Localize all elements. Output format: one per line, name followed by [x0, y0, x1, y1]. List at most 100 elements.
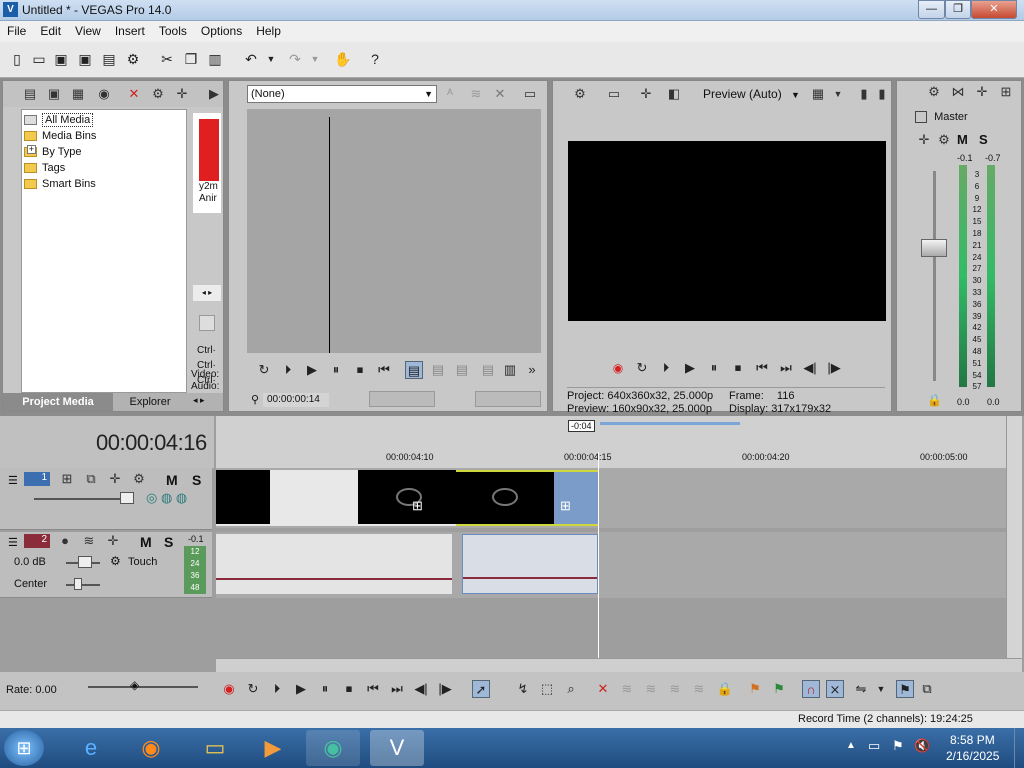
insert-marker-icon[interactable]: ⚑: [746, 680, 764, 698]
rate-handle[interactable]: ◈: [130, 678, 139, 692]
tree-item-smart-bins[interactable]: Smart Bins: [22, 176, 186, 192]
auto-ripple-icon[interactable]: ⇋: [852, 680, 870, 698]
preview-quality-dropdown[interactable]: Preview (Auto) ▼: [703, 87, 800, 101]
composite-icon[interactable]: ⊞: [58, 470, 76, 488]
video-fx-icon[interactable]: ◧: [665, 85, 683, 103]
redo-dropdown-icon[interactable]: ▼: [306, 50, 324, 68]
lock-event-icon[interactable]: 🔒: [716, 680, 734, 698]
open-folder-icon[interactable]: ▭: [30, 50, 48, 68]
audio-event-2-selected[interactable]: [462, 534, 598, 594]
invert-phase-icon[interactable]: ≋: [80, 532, 98, 550]
crop-icon[interactable]: ⊞: [412, 498, 423, 514]
menu-tools[interactable]: Tools: [152, 21, 194, 41]
play-preview-icon[interactable]: ▶: [681, 359, 699, 377]
tree-item-media-bins[interactable]: Media Bins: [22, 128, 186, 144]
clock-date[interactable]: 2/16/2025: [946, 749, 999, 763]
audio-event-1[interactable]: [216, 534, 452, 594]
track-motion-icon[interactable]: ⧉: [82, 470, 100, 488]
ignore-grouping-icon[interactable]: ⧉: [918, 680, 936, 698]
prev-frame-icon[interactable]: ⏮: [375, 361, 393, 379]
master-gear-icon[interactable]: ⚙: [935, 131, 953, 149]
copy-snapshot-icon[interactable]: ▮: [855, 85, 873, 103]
menu-help[interactable]: Help: [249, 21, 288, 41]
track-collapse-icon[interactable]: ☰: [8, 474, 18, 487]
explorer-icon[interactable]: ▭: [188, 730, 242, 766]
tab-explorer[interactable]: Explorer: [115, 393, 185, 411]
text-icon[interactable]: ᴬ: [441, 85, 459, 103]
record-timeline-icon[interactable]: ◉: [220, 680, 238, 698]
expand-toggle[interactable]: +: [27, 145, 36, 154]
trimmer-dropdown[interactable]: (None) ▼: [247, 85, 437, 103]
remove-icon[interactable]: ✕: [125, 85, 143, 103]
loop-region-bar[interactable]: [600, 422, 740, 425]
out-point-field[interactable]: [475, 391, 541, 407]
master-solo-button[interactable]: S: [979, 132, 988, 147]
prev-frame-timeline-icon[interactable]: ◀|: [412, 680, 430, 698]
mixer-insert-icon[interactable]: ⋈: [949, 83, 967, 101]
playhead[interactable]: [598, 452, 599, 658]
menu-file[interactable]: File: [0, 21, 33, 41]
capture-icon[interactable]: ▣: [45, 85, 63, 103]
audio-fx-icon[interactable]: ✛: [104, 532, 122, 550]
play-timeline-icon[interactable]: ▶: [292, 680, 310, 698]
trimmer-view-icon[interactable]: ▤: [405, 361, 423, 379]
insert-region-icon[interactable]: ⚑: [770, 680, 788, 698]
arm-record-icon[interactable]: ●: [56, 532, 74, 550]
record-icon[interactable]: ◉: [609, 359, 627, 377]
external-monitor-icon[interactable]: ▭: [605, 85, 623, 103]
more-icon[interactable]: »: [523, 361, 541, 379]
play-media-icon[interactable]: ▶: [205, 85, 223, 103]
edit-tool-icon[interactable]: ✋: [334, 50, 352, 68]
properties-gear-icon[interactable]: ⚙: [124, 50, 142, 68]
overlays-dropdown-icon[interactable]: ▼: [829, 85, 847, 103]
add-after-icon[interactable]: ▤: [453, 361, 471, 379]
timeline-vscroll[interactable]: [1006, 416, 1022, 662]
stop-timeline-icon[interactable]: ⏹: [340, 680, 358, 698]
mixer-fx-icon[interactable]: ✛: [973, 83, 991, 101]
help-icon[interactable]: ?: [366, 50, 384, 68]
media-player-icon[interactable]: ▶: [246, 730, 300, 766]
compositing-icons[interactable]: ◎ ◍ ◍: [146, 490, 187, 506]
media-thumbnail[interactable]: y2m Anir: [193, 113, 221, 213]
pause-preview-icon[interactable]: ⏸: [705, 359, 723, 377]
close-button[interactable]: ✕: [971, 0, 1017, 19]
tree-item-all-media[interactable]: All Media: [22, 112, 186, 128]
track-fx-icon[interactable]: ✛: [106, 470, 124, 488]
play-icon[interactable]: ▶: [303, 361, 321, 379]
crop-icon-2[interactable]: ⊞: [560, 498, 571, 514]
play-from-start-timeline-icon[interactable]: ⏵: [268, 680, 286, 698]
master-mute-button[interactable]: M: [957, 132, 968, 147]
video-mute-button[interactable]: M: [166, 472, 178, 488]
audio-solo-button[interactable]: S: [164, 534, 173, 550]
maximize-button[interactable]: ❐: [945, 0, 971, 19]
auto-crossfade-icon[interactable]: ⨯: [826, 680, 844, 698]
import-media-icon[interactable]: ▤: [21, 85, 39, 103]
pause-icon[interactable]: ⏸: [327, 361, 345, 379]
loop-timeline-icon[interactable]: ↻: [244, 680, 262, 698]
menu-insert[interactable]: Insert: [108, 21, 152, 41]
ie-icon[interactable]: e: [64, 730, 118, 766]
tree-item-tags[interactable]: Tags: [22, 160, 186, 176]
start-button[interactable]: ⊞: [4, 730, 44, 766]
track-gear-icon[interactable]: ⚙: [130, 470, 148, 488]
audio-mute-button[interactable]: M: [140, 534, 152, 550]
fit-icon[interactable]: ▥: [501, 361, 519, 379]
tab-scroll-arrows[interactable]: ◂ ▸: [193, 395, 205, 406]
loop-marker[interactable]: -0:04: [568, 420, 595, 432]
network-icon[interactable]: ▭: [868, 738, 880, 754]
thumb-scroll[interactable]: ◂ ▸: [193, 285, 221, 301]
undo-dropdown-icon[interactable]: ▼: [262, 50, 280, 68]
trimmer-clear-icon[interactable]: ✕: [491, 85, 509, 103]
time-ruler[interactable]: -0:04 00:00:04:10 00:00:04:15 00:00:04:2…: [216, 416, 1006, 468]
selection-tool-icon[interactable]: ⬚: [538, 680, 556, 698]
save-icon[interactable]: ▣: [52, 50, 70, 68]
stop-icon[interactable]: ⏹: [351, 361, 369, 379]
video-level-slider[interactable]: [34, 498, 124, 500]
media-properties-icon[interactable]: ⚙: [149, 85, 167, 103]
split-screen-icon[interactable]: ✛: [637, 85, 655, 103]
play-from-start-icon[interactable]: ⏵: [279, 361, 297, 379]
minimize-button[interactable]: —: [918, 0, 945, 19]
app-icon[interactable]: ◉: [306, 730, 360, 766]
play-start-preview-icon[interactable]: ⏵: [657, 359, 675, 377]
trimmer-options-icon[interactable]: ▭: [521, 85, 539, 103]
